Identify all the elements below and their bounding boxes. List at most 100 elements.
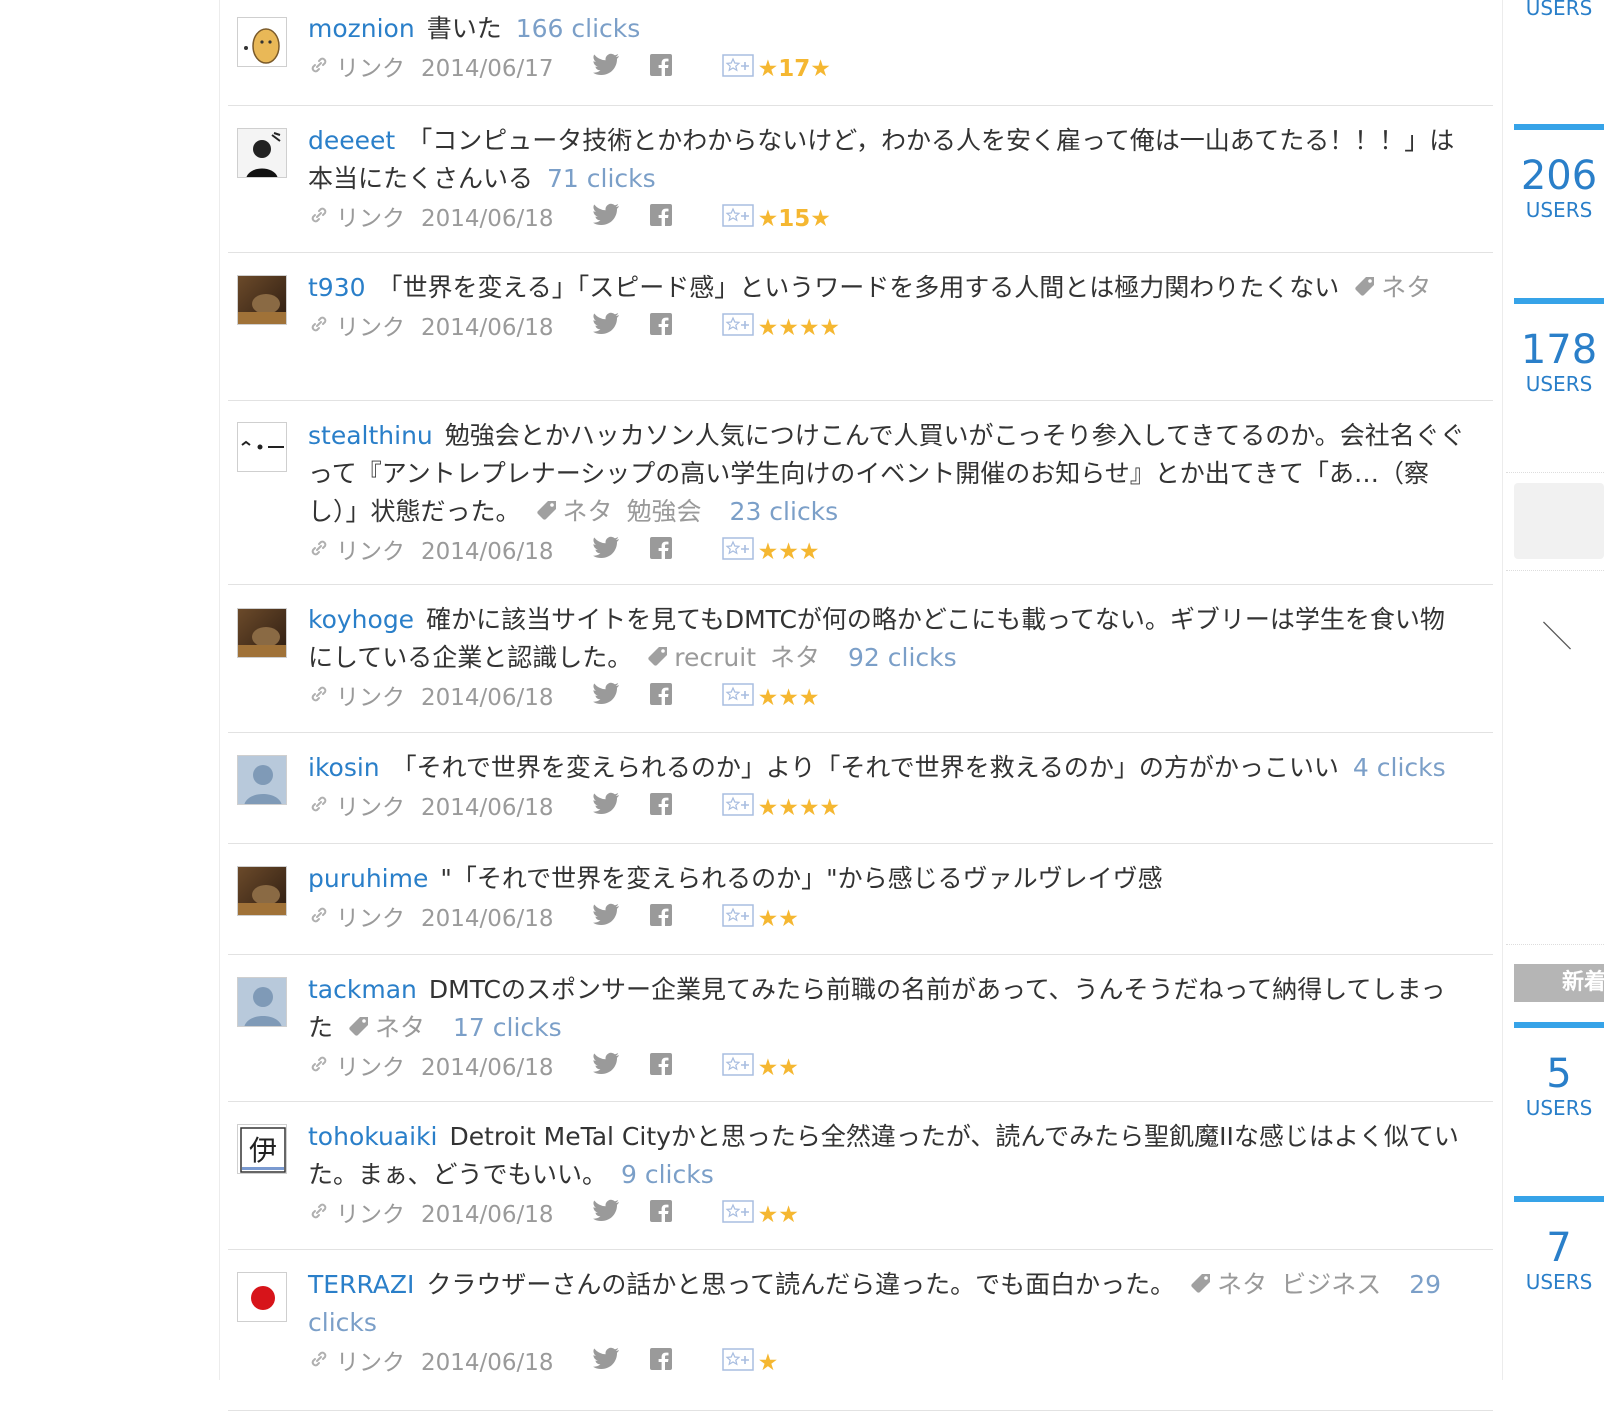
comment-date[interactable]: 2014/06/18 xyxy=(421,683,554,713)
add-star-icon[interactable] xyxy=(721,311,754,345)
username-link[interactable]: TERRAZI xyxy=(308,1270,414,1299)
username-link[interactable]: t930 xyxy=(308,273,366,302)
twitter-icon[interactable] xyxy=(592,792,620,824)
username-link[interactable]: ikosin xyxy=(308,753,380,782)
username-link[interactable]: stealthinu xyxy=(308,421,433,450)
facebook-icon[interactable] xyxy=(649,1200,672,1230)
add-star-icon[interactable] xyxy=(721,791,754,825)
tag-link[interactable]: ネタ xyxy=(375,1013,425,1042)
username-link[interactable]: deeeet xyxy=(308,126,395,155)
comment-date[interactable]: 2014/06/18 xyxy=(421,1053,554,1083)
permalink[interactable]: リンク xyxy=(336,54,405,84)
permalink[interactable]: リンク xyxy=(336,904,405,934)
permalink[interactable]: リンク xyxy=(336,1348,405,1378)
tag-link[interactable]: ビジネス xyxy=(1281,1270,1381,1299)
avatar-default-user-icon[interactable] xyxy=(237,755,287,805)
stat-206[interactable]: 206 USERS xyxy=(1514,124,1604,222)
star-rating[interactable]: ★★★ xyxy=(758,537,820,567)
tag-link[interactable]: ネタ xyxy=(1217,1270,1267,1299)
facebook-icon[interactable] xyxy=(649,204,672,234)
star-rating[interactable]: ★ xyxy=(758,1348,779,1378)
permalink[interactable]: リンク xyxy=(336,313,405,343)
comment-date[interactable]: 2014/06/18 xyxy=(421,904,554,934)
tag-link[interactable]: recruit xyxy=(674,643,756,672)
add-star-icon[interactable] xyxy=(721,681,754,715)
tag-link[interactable]: ネタ xyxy=(1381,273,1431,302)
username-link[interactable]: tohokuaiki xyxy=(308,1122,437,1151)
username-link[interactable]: moznion xyxy=(308,14,415,43)
avatar-photo[interactable] xyxy=(237,608,287,658)
twitter-icon[interactable] xyxy=(592,1347,620,1379)
avatar-photo[interactable] xyxy=(237,275,287,325)
avatar-person-photo[interactable] xyxy=(237,128,287,178)
avatar-kanji-icon[interactable]: 伊 xyxy=(237,1124,287,1174)
twitter-icon[interactable] xyxy=(592,1052,620,1084)
avatar-photo[interactable] xyxy=(237,866,287,916)
click-count[interactable]: 166 clicks xyxy=(516,14,641,43)
click-count[interactable]: 92 clicks xyxy=(848,643,957,672)
star-rating[interactable]: ★★ xyxy=(758,904,799,934)
star-rating[interactable]: ★★★★ xyxy=(758,313,840,343)
add-star-icon[interactable] xyxy=(721,1051,754,1085)
stat-178[interactable]: 178 USERS xyxy=(1514,298,1604,396)
add-star-icon[interactable] xyxy=(721,902,754,936)
star-rating[interactable]: ★15★ xyxy=(758,204,831,234)
tag-link[interactable]: ネタ xyxy=(563,497,613,526)
avatar-japan-flag-icon[interactable] xyxy=(237,1272,287,1322)
facebook-icon[interactable] xyxy=(649,54,672,84)
twitter-icon[interactable] xyxy=(592,312,620,344)
star-rating[interactable]: ★★★ xyxy=(758,683,820,713)
star-rating[interactable]: ★★ xyxy=(758,1200,799,1230)
comment-date[interactable]: 2014/06/18 xyxy=(421,1348,554,1378)
permalink[interactable]: リンク xyxy=(336,1053,405,1083)
facebook-icon[interactable] xyxy=(649,1348,672,1378)
twitter-icon[interactable] xyxy=(592,682,620,714)
tag-link[interactable]: ネタ xyxy=(770,643,820,672)
permalink[interactable]: リンク xyxy=(336,204,405,234)
twitter-icon[interactable] xyxy=(592,903,620,935)
add-star-icon[interactable] xyxy=(721,1198,754,1232)
facebook-icon[interactable] xyxy=(649,537,672,567)
click-count[interactable]: 23 clicks xyxy=(730,497,839,526)
click-count[interactable]: 71 clicks xyxy=(547,164,656,193)
tag-link[interactable]: 勉強会 xyxy=(627,497,702,526)
comment-date[interactable]: 2014/06/18 xyxy=(421,793,554,823)
add-star-icon[interactable] xyxy=(721,535,754,569)
permalink[interactable]: リンク xyxy=(336,683,405,713)
comment-date[interactable]: 2014/06/18 xyxy=(421,204,554,234)
star-rating[interactable]: ★★ xyxy=(758,1053,799,1083)
click-count[interactable]: 17 clicks xyxy=(453,1013,562,1042)
click-count[interactable]: 9 clicks xyxy=(621,1160,714,1189)
stat-bar xyxy=(1514,298,1604,304)
comment-date[interactable]: 2014/06/18 xyxy=(421,537,554,567)
add-star-icon[interactable] xyxy=(721,1346,754,1380)
add-star-icon[interactable] xyxy=(721,202,754,236)
stat-7[interactable]: 7 USERS xyxy=(1514,1196,1604,1294)
username-link[interactable]: puruhime xyxy=(308,864,428,893)
avatar-emoticon-icon[interactable] xyxy=(237,422,287,472)
permalink[interactable]: リンク xyxy=(336,537,405,567)
twitter-icon[interactable] xyxy=(592,1199,620,1231)
facebook-icon[interactable] xyxy=(649,313,672,343)
star-rating[interactable]: ★★★★ xyxy=(758,793,840,823)
star-rating[interactable]: ★17★ xyxy=(758,54,831,84)
comment-date[interactable]: 2014/06/17 xyxy=(421,54,554,84)
twitter-icon[interactable] xyxy=(592,53,620,85)
username-link[interactable]: tackman xyxy=(308,975,417,1004)
comment-date[interactable]: 2014/06/18 xyxy=(421,313,554,343)
add-star-icon[interactable] xyxy=(721,52,754,86)
twitter-icon[interactable] xyxy=(592,203,620,235)
facebook-icon[interactable] xyxy=(649,904,672,934)
facebook-icon[interactable] xyxy=(649,1053,672,1083)
comment-date[interactable]: 2014/06/18 xyxy=(421,1200,554,1230)
facebook-icon[interactable] xyxy=(649,683,672,713)
avatar-character-icon[interactable] xyxy=(237,17,287,67)
permalink[interactable]: リンク xyxy=(336,793,405,823)
twitter-icon[interactable] xyxy=(592,536,620,568)
facebook-icon[interactable] xyxy=(649,793,672,823)
permalink[interactable]: リンク xyxy=(336,1200,405,1230)
avatar-default-user-icon[interactable] xyxy=(237,977,287,1027)
click-count[interactable]: 4 clicks xyxy=(1353,753,1446,782)
username-link[interactable]: koyhoge xyxy=(308,605,414,634)
stat-5[interactable]: 5 USERS xyxy=(1514,1022,1604,1120)
